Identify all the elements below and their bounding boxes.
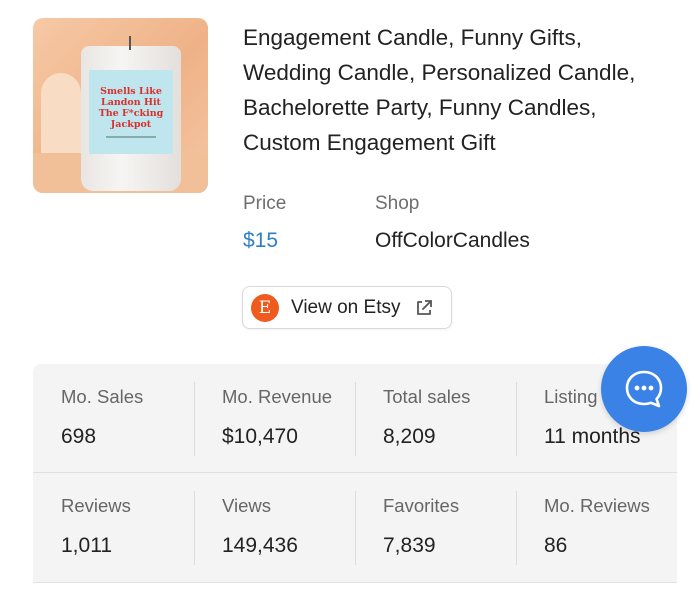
stat-separator <box>355 382 356 456</box>
candle-label-line: Smells Like <box>100 86 162 97</box>
candle-wick <box>129 36 131 50</box>
stat-label: Total sales <box>383 386 471 407</box>
stat-mo-reviews: Mo. Reviews 86 <box>516 473 677 581</box>
product-title-line: Engagement Candle, Funny Gifts, <box>243 25 582 50</box>
stat-value: 8,209 <box>383 425 436 448</box>
stat-label: Mo. Sales <box>61 386 144 407</box>
stats-panel: Mo. Sales 698 Mo. Revenue $10,470 Total … <box>33 364 677 583</box>
candle-label-line: Jackpot <box>110 119 152 130</box>
stat-value: 698 <box>61 425 97 448</box>
price-value: $15 <box>243 229 279 252</box>
stat-label: Mo. Revenue <box>222 386 333 407</box>
candle-label-line: The F*cking <box>98 108 164 119</box>
stat-label: Mo. Reviews <box>544 495 650 516</box>
stat-value: 11 months <box>544 425 641 448</box>
stat-label: Views <box>222 495 272 516</box>
candle-label-line: Landon Hit <box>101 97 161 108</box>
stat-views: Views 149,436 <box>194 473 355 581</box>
stat-value: 7,839 <box>383 534 436 557</box>
price-label: Price <box>243 193 287 214</box>
stat-separator <box>194 491 195 565</box>
stat-separator <box>355 491 356 565</box>
stat-separator <box>516 491 517 565</box>
candle-label: Smells Like Landon Hit The F*cking Jackp… <box>89 70 173 154</box>
product-title-line: Wedding Candle, Personalized Candle, <box>243 60 636 85</box>
chat-bubble-icon <box>625 370 663 408</box>
stat-label: Listing <box>544 386 598 407</box>
stat-label: Reviews <box>61 495 131 516</box>
product-title-line: Custom Engagement Gift <box>243 130 496 155</box>
stat-favorites: Favorites 7,839 <box>355 473 516 581</box>
shop-label: Shop <box>375 193 420 214</box>
view-on-etsy-label: View on Etsy <box>291 296 401 318</box>
stat-value: $10,470 <box>222 425 298 448</box>
product-title: Engagement Candle, Funny Gifts, Wedding … <box>243 20 683 160</box>
etsy-logo-icon: E <box>251 293 279 322</box>
stat-separator <box>194 382 195 456</box>
stat-separator <box>516 382 517 456</box>
candle-label-fineprint <box>106 136 156 138</box>
stat-value: 1,011 <box>61 534 112 557</box>
shop-value: OffColorCandles <box>375 229 530 252</box>
stat-mo-sales: Mo. Sales 698 <box>33 364 194 472</box>
stat-reviews: Reviews 1,011 <box>33 473 194 581</box>
chat-support-button[interactable] <box>601 346 687 432</box>
product-title-line: Bachelorette Party, Funny Candles, <box>243 95 597 120</box>
external-link-icon <box>417 299 433 315</box>
stat-label: Favorites <box>383 495 460 516</box>
view-on-etsy-button[interactable]: E View on Etsy <box>242 286 452 329</box>
stat-total-sales: Total sales 8,209 <box>355 364 516 472</box>
stat-mo-revenue: Mo. Revenue $10,470 <box>194 364 355 472</box>
stat-value: 86 <box>544 534 568 557</box>
product-image[interactable]: Smells Like Landon Hit The F*cking Jackp… <box>33 18 208 193</box>
stat-value: 149,436 <box>222 534 298 557</box>
